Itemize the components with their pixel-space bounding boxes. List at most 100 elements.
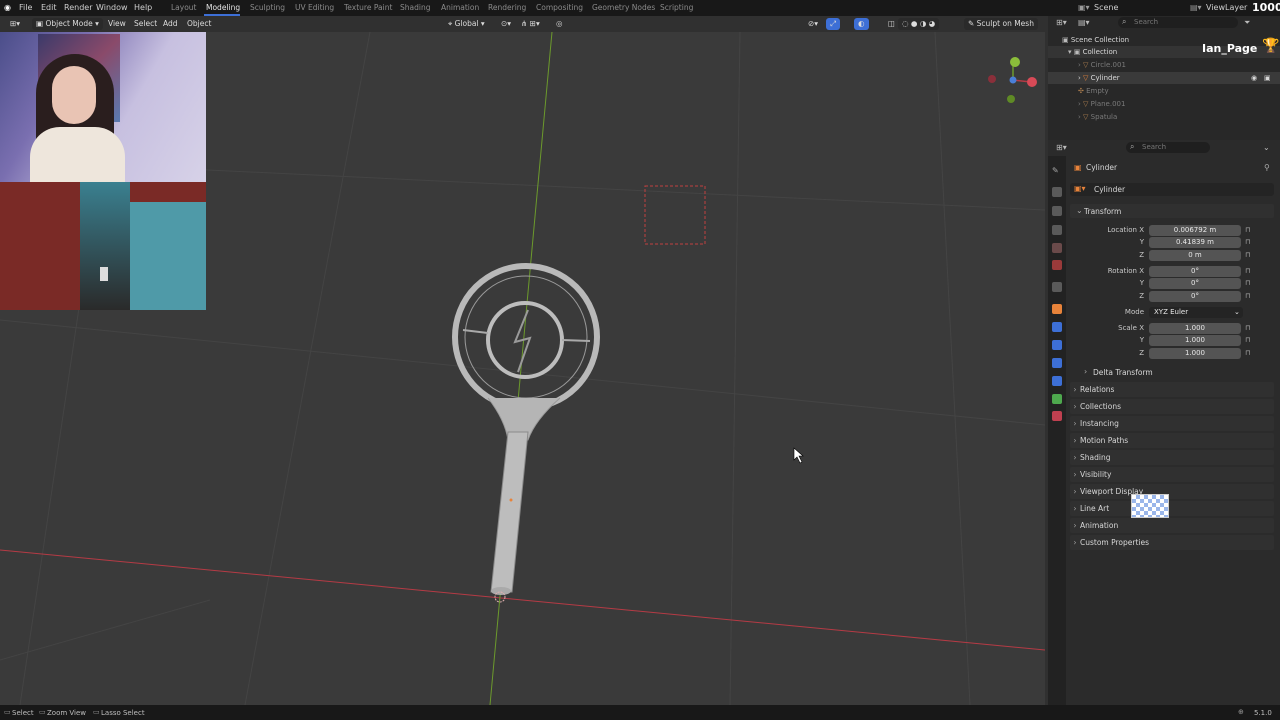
output-tab-icon[interactable] [1052, 206, 1062, 216]
menu-object[interactable]: Object [183, 18, 215, 30]
particles-tab-icon[interactable] [1052, 340, 1062, 350]
workspace-tab-sculpting[interactable]: Sculpting [250, 3, 285, 12]
lock-icon[interactable]: ⊓ [1245, 336, 1250, 344]
overlay-toggle-icon[interactable]: ◐ [854, 18, 869, 30]
navigation-gizmo[interactable] [988, 57, 1037, 103]
outliner-display-icon[interactable]: ▤▾ [1078, 18, 1090, 27]
eye-icon[interactable]: ◉ [1251, 72, 1257, 84]
transform-orientation-dropdown[interactable]: ⌖ Global ▾ [444, 18, 489, 30]
shading-modes[interactable]: ◌ ● ◑ ◕ [898, 18, 940, 30]
workspace-tab-shading[interactable]: Shading [400, 3, 430, 12]
panel-animation[interactable]: › Animation [1070, 518, 1274, 533]
workspace-tab-modeling[interactable]: Modeling [206, 3, 240, 12]
lock-icon[interactable]: ⊓ [1245, 279, 1250, 287]
workspace-tab-rendering[interactable]: Rendering [488, 3, 526, 12]
camera-icon[interactable]: ▣ [1264, 72, 1271, 84]
workspace-tab-layout[interactable]: Layout [171, 3, 197, 12]
outliner-item-spatula[interactable]: › ▽ Spatula [1048, 111, 1280, 123]
material-tab-icon[interactable] [1052, 411, 1062, 421]
filter-icon[interactable]: ⏷ [1244, 18, 1250, 28]
lock-icon[interactable]: ⊓ [1245, 292, 1250, 300]
view-layer-icon[interactable]: ▤▾ [1190, 3, 1202, 12]
scene-name[interactable]: Scene [1094, 3, 1118, 12]
sculpt-on-mesh-button[interactable]: ✎ Sculpt on Mesh [964, 18, 1038, 30]
workspace-tab-geometry-nodes[interactable]: Geometry Nodes [592, 3, 655, 12]
lock-icon[interactable]: ⊓ [1245, 251, 1250, 259]
racket-model[interactable] [452, 263, 600, 595]
blender-logo-icon[interactable]: ◉ [4, 3, 11, 12]
constraints-tab-icon[interactable] [1052, 376, 1062, 386]
lock-icon[interactable]: ⊓ [1245, 238, 1250, 246]
workspace-tab-uv-editing[interactable]: UV Editing [295, 3, 334, 12]
menu-file[interactable]: File [19, 3, 32, 12]
scale-z-field[interactable]: 1.000 [1149, 348, 1241, 359]
gizmo-toggle-icon[interactable]: ⤢ [826, 18, 840, 30]
rotation-y-field[interactable]: 0° [1149, 278, 1241, 289]
panel-viewport-display[interactable]: › Viewport Display [1070, 484, 1274, 499]
panel-relations[interactable]: › Relations [1070, 382, 1274, 397]
render-tab-icon[interactable] [1052, 187, 1062, 197]
object-tab-icon[interactable] [1052, 304, 1062, 314]
transform-panel-header[interactable]: ⌄ Transform [1070, 204, 1274, 218]
xray-icon[interactable]: ◫ [884, 18, 899, 30]
scene-tab-icon[interactable] [1052, 243, 1062, 253]
menu-add[interactable]: Add [159, 18, 182, 30]
pivot-icon[interactable]: ⊙▾ [497, 18, 515, 30]
rotation-z-field[interactable]: 0° [1149, 291, 1241, 302]
menu-render[interactable]: Render [64, 3, 92, 12]
rotation-x-field[interactable]: 0° [1149, 266, 1241, 277]
outliner-item-circle[interactable]: › ▽ Circle.001 [1048, 59, 1280, 71]
rotation-mode-dropdown[interactable]: XYZ Euler ⌄ [1149, 307, 1243, 318]
menu-edit[interactable]: Edit [41, 3, 57, 12]
lock-icon[interactable]: ⊓ [1245, 324, 1250, 332]
properties-editor-icon[interactable]: ⊞▾ [1056, 143, 1067, 152]
editor-type-icon[interactable]: ⊞▾ [6, 18, 24, 30]
workspace-tab-scripting[interactable]: Scripting [660, 3, 693, 12]
panel-line-art[interactable]: › Line Art [1070, 501, 1274, 516]
data-tab-icon[interactable] [1052, 394, 1062, 404]
location-x-field[interactable]: 0.006792 m [1149, 225, 1241, 236]
menu-view[interactable]: View [104, 18, 130, 30]
panel-instancing[interactable]: › Instancing [1070, 416, 1274, 431]
menu-select[interactable]: Select [130, 18, 161, 30]
panel-motion-paths[interactable]: › Motion Paths [1070, 433, 1274, 448]
location-z-field[interactable]: 0 m [1149, 250, 1241, 261]
panel-visibility[interactable]: › Visibility [1070, 467, 1274, 482]
panel-custom-properties[interactable]: › Custom Properties [1070, 535, 1274, 550]
world-tab-icon[interactable] [1052, 260, 1062, 270]
3d-viewport[interactable] [0, 32, 1045, 705]
menu-help[interactable]: Help [134, 3, 152, 12]
modifier-tab-icon[interactable] [1052, 322, 1062, 332]
location-y-field[interactable]: 0.41839 m [1149, 237, 1241, 248]
properties-search-input[interactable]: ⌕ Search [1126, 142, 1210, 153]
lock-icon[interactable]: ⊓ [1245, 349, 1250, 357]
snap-icon[interactable]: ⋔ ⊞▾ [517, 18, 544, 30]
menu-window[interactable]: Window [96, 3, 128, 12]
scale-x-field[interactable]: 1.000 [1149, 323, 1241, 334]
physics-tab-icon[interactable] [1052, 358, 1062, 368]
object-name-field[interactable]: ▣▾ Cylinder [1070, 183, 1274, 196]
proportional-edit-icon[interactable]: ◎ [552, 18, 567, 30]
workspace-tab-compositing[interactable]: Compositing [536, 3, 583, 12]
delta-transform-subpanel[interactable]: › Delta Transform [1080, 366, 1274, 379]
outliner-search-input[interactable]: ⌕ Search [1118, 17, 1238, 28]
visibility-icon[interactable]: ⊘▾ [804, 18, 822, 30]
workspace-tab-texture-paint[interactable]: Texture Paint [344, 3, 392, 12]
collection-tab-icon[interactable] [1052, 282, 1062, 292]
pin-icon[interactable]: ⚲ [1264, 163, 1270, 172]
scene-icon[interactable]: ▣▾ [1078, 3, 1090, 12]
workspace-tab-animation[interactable]: Animation [441, 3, 479, 12]
view-layer-tab-icon[interactable] [1052, 225, 1062, 235]
outliner-item-cylinder[interactable]: › ▽ Cylinder ◉ ▣ [1048, 72, 1280, 84]
scale-y-field[interactable]: 1.000 [1149, 335, 1241, 346]
panel-collections[interactable]: › Collections [1070, 399, 1274, 414]
outliner-editor-icon[interactable]: ⊞▾ [1056, 18, 1067, 27]
lock-icon[interactable]: ⊓ [1245, 267, 1250, 275]
panel-shading[interactable]: › Shading [1070, 450, 1274, 465]
lock-icon[interactable]: ⊓ [1245, 226, 1250, 234]
outliner-item-plane[interactable]: › ▽ Plane.001 [1048, 98, 1280, 110]
outliner-item-empty[interactable]: ✣ Empty [1048, 85, 1280, 97]
chevron-down-icon[interactable]: ⌄ [1263, 143, 1270, 152]
tool-tab-icon[interactable]: ✎ [1052, 166, 1062, 176]
view-layer-name[interactable]: ViewLayer [1206, 3, 1247, 12]
